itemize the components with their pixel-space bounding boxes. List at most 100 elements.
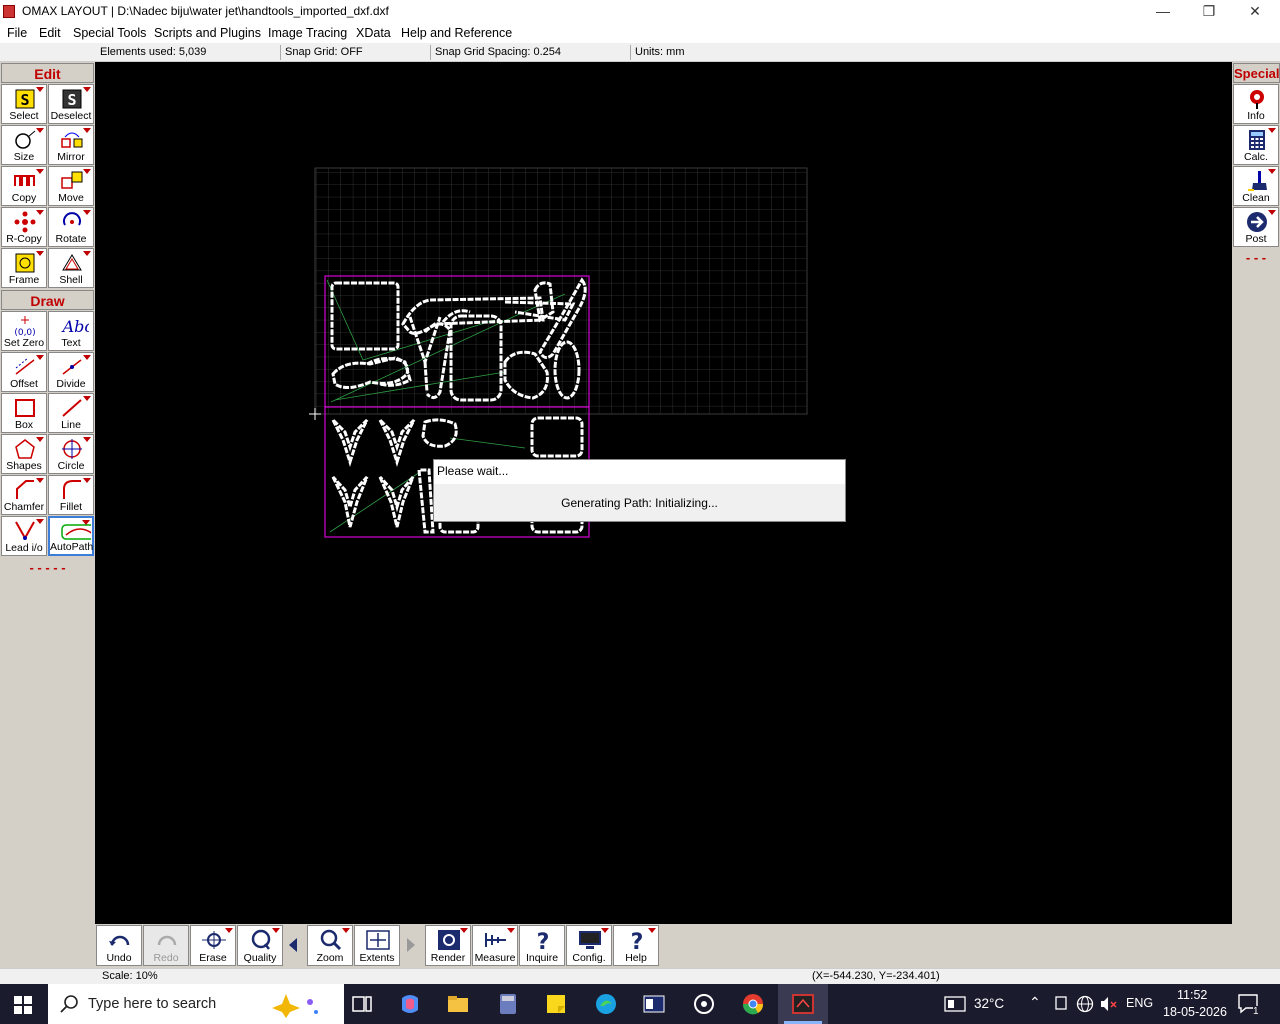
erase-button[interactable]: Erase bbox=[190, 925, 236, 966]
config-button[interactable]: Config. bbox=[566, 925, 612, 966]
zoom-button[interactable]: Zoom bbox=[307, 925, 353, 966]
extents-button[interactable]: Extents bbox=[354, 925, 400, 966]
lead-io-button[interactable]: Lead i/o bbox=[1, 516, 47, 556]
rotate-button[interactable]: Rotate bbox=[48, 207, 94, 247]
redo-button[interactable]: Redo bbox=[143, 925, 189, 966]
app-icon[interactable] bbox=[3, 5, 15, 18]
menu-help-reference[interactable]: Help and Reference bbox=[401, 26, 512, 40]
render-icon bbox=[438, 930, 460, 950]
menu-xdata[interactable]: XData bbox=[356, 26, 391, 40]
line-button[interactable]: Line bbox=[48, 393, 94, 433]
edge-browser-icon[interactable] bbox=[594, 992, 618, 1016]
calculator-icon bbox=[1249, 130, 1265, 150]
volume-muted-icon[interactable] bbox=[1100, 996, 1118, 1012]
divide-button[interactable]: Divide bbox=[48, 352, 94, 392]
copilot-icon[interactable] bbox=[398, 992, 422, 1016]
svg-text:S: S bbox=[67, 91, 76, 109]
menu-special-tools[interactable]: Special Tools bbox=[73, 26, 146, 40]
right-toolbar: Special Info Calc. Clean Post - - - bbox=[1232, 62, 1280, 968]
elements-used: Elements used: 5,039 bbox=[100, 46, 207, 58]
device-icon[interactable] bbox=[1054, 996, 1068, 1012]
offset-button[interactable]: Offset bbox=[1, 352, 47, 392]
post-button[interactable]: Post bbox=[1233, 207, 1279, 247]
monitor-icon bbox=[579, 931, 601, 949]
size-button[interactable]: Size bbox=[1, 125, 47, 165]
calculator-app-icon[interactable] bbox=[496, 992, 520, 1016]
offset-icon bbox=[15, 357, 35, 375]
lead-io-icon bbox=[15, 521, 35, 541]
snap-grid-spacing[interactable]: Snap Grid Spacing: 0.254 bbox=[435, 46, 561, 58]
box-button[interactable]: Box bbox=[1, 393, 47, 433]
dialog-title: Please wait... bbox=[437, 464, 509, 478]
undo-button[interactable]: Undo bbox=[96, 925, 142, 966]
chrome-browser-icon[interactable] bbox=[741, 992, 765, 1016]
menu-scripts-plugins[interactable]: Scripts and Plugins bbox=[154, 26, 261, 40]
deselect-button[interactable]: S Deselect bbox=[48, 84, 94, 124]
windows-start-icon[interactable] bbox=[14, 996, 32, 1014]
scale-status: Scale: 10% bbox=[102, 970, 158, 982]
shapes-button[interactable]: Shapes bbox=[1, 434, 47, 474]
fillet-icon bbox=[63, 480, 81, 499]
menu-edit[interactable]: Edit bbox=[39, 26, 61, 40]
news-widget-icon[interactable] bbox=[944, 996, 966, 1012]
draw-section-header: Draw bbox=[1, 290, 94, 310]
autopath-button[interactable]: AutoPath bbox=[48, 516, 94, 556]
set-zero-icon: (0,0) bbox=[14, 316, 36, 337]
fillet-button[interactable]: Fillet bbox=[48, 475, 94, 515]
frame-button[interactable]: Frame bbox=[1, 248, 47, 288]
inquire-button[interactable]: ? Inquire bbox=[519, 925, 565, 966]
snap-grid-status[interactable]: Snap Grid: OFF bbox=[285, 46, 363, 58]
units-status[interactable]: Units: mm bbox=[635, 46, 685, 58]
scroll-left-arrow-icon[interactable] bbox=[288, 938, 298, 952]
omax-layout-taskbar-button[interactable] bbox=[778, 984, 828, 1024]
info-button[interactable]: Info bbox=[1233, 84, 1279, 124]
chamfer-button[interactable]: Chamfer bbox=[1, 475, 47, 515]
deselect-icon: S bbox=[62, 89, 82, 109]
file-explorer-icon[interactable] bbox=[446, 992, 470, 1016]
notification-count: 1 bbox=[1253, 1006, 1259, 1017]
clean-button[interactable]: Clean bbox=[1233, 166, 1279, 206]
undo-icon bbox=[109, 935, 130, 946]
circle-button[interactable]: Circle bbox=[48, 434, 94, 474]
input-language[interactable]: ENG bbox=[1126, 996, 1153, 1010]
restore-button[interactable]: ❐ bbox=[1186, 0, 1232, 23]
menu-image-tracing[interactable]: Image Tracing bbox=[268, 26, 347, 40]
rotate-icon bbox=[63, 212, 81, 226]
svg-text:Abc: Abc bbox=[61, 317, 89, 336]
select-button[interactable]: S Select bbox=[1, 84, 47, 124]
calc-button[interactable]: Calc. bbox=[1233, 125, 1279, 165]
sticky-notes-icon[interactable] bbox=[544, 992, 568, 1016]
more-special-indicator[interactable]: - - - bbox=[1232, 250, 1280, 265]
taskbar-search[interactable]: Type here to search bbox=[48, 984, 344, 1024]
r-copy-button[interactable]: R-Copy bbox=[1, 207, 47, 247]
set-zero-button[interactable]: (0,0) Set Zero bbox=[1, 311, 47, 351]
task-view-icon[interactable] bbox=[350, 992, 374, 1016]
weather-temperature[interactable]: 32°C bbox=[974, 996, 1004, 1011]
clock-time[interactable]: 11:52 bbox=[1177, 988, 1207, 1002]
show-hidden-icons-chevron-icon[interactable]: ⌃ bbox=[1029, 994, 1041, 1011]
minimize-button[interactable]: — bbox=[1140, 0, 1186, 23]
measure-button[interactable]: Measure bbox=[472, 925, 518, 966]
network-globe-icon[interactable] bbox=[1076, 995, 1094, 1013]
render-button[interactable]: Render bbox=[425, 925, 471, 966]
move-button[interactable]: Move bbox=[48, 166, 94, 206]
svg-text:?: ? bbox=[537, 930, 550, 951]
quality-button[interactable]: Quality bbox=[237, 925, 283, 966]
app-window-icon[interactable] bbox=[642, 992, 666, 1016]
extents-icon bbox=[366, 930, 390, 950]
menu-file[interactable]: File bbox=[7, 26, 27, 40]
mirror-button[interactable]: Mirror bbox=[48, 125, 94, 165]
please-wait-dialog: Please wait... Generating Path: Initiali… bbox=[433, 459, 846, 522]
close-button[interactable]: ✕ bbox=[1232, 0, 1278, 23]
shell-button[interactable]: Shell bbox=[48, 248, 94, 288]
help-button[interactable]: ? Help bbox=[613, 925, 659, 966]
more-tools-indicator[interactable]: - - - - - bbox=[0, 560, 95, 575]
caliper-icon bbox=[485, 933, 506, 947]
settings-app-icon[interactable] bbox=[692, 992, 716, 1016]
copy-button[interactable]: Copy bbox=[1, 166, 47, 206]
scroll-right-arrow-icon[interactable] bbox=[406, 938, 416, 952]
clock-date[interactable]: 18-05-2026 bbox=[1163, 1005, 1227, 1019]
text-button[interactable]: Abc Text bbox=[48, 311, 94, 351]
shapes-icon bbox=[15, 439, 35, 459]
erase-icon bbox=[202, 931, 226, 949]
